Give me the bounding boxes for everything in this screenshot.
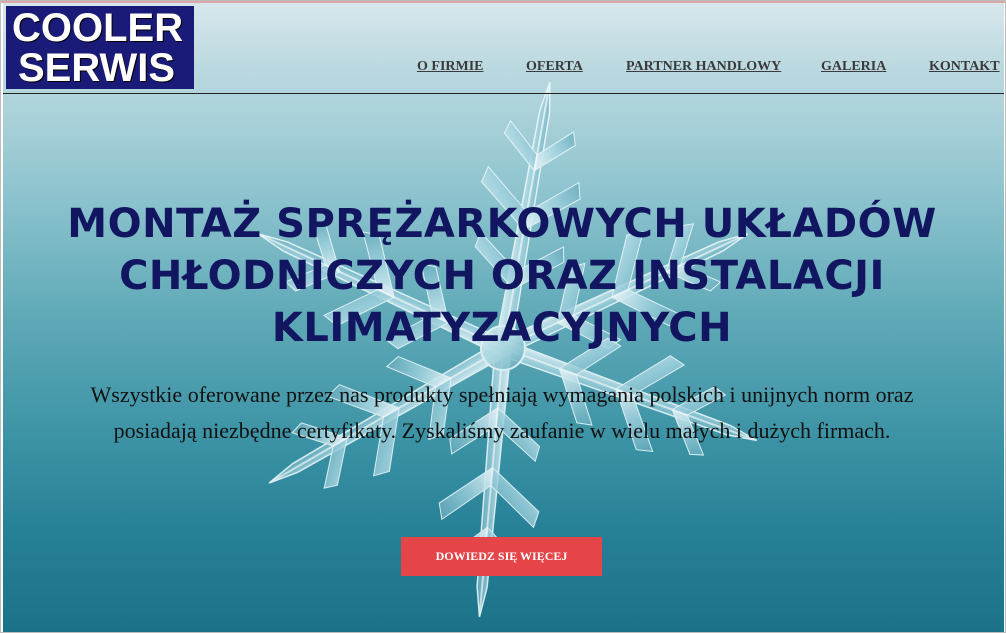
- nav-item-kontakt[interactable]: KONTAKT: [929, 59, 1000, 75]
- main-nav: O FIRMIE OFERTA PARTNER HANDLOWY GALERIA…: [1, 59, 1005, 79]
- top-accent-line: [1, 1, 1005, 3]
- learn-more-button[interactable]: DOWIEDZ SIĘ WIĘCEJ: [401, 537, 602, 576]
- nav-item-partner-handlowy[interactable]: PARTNER HANDLOWY: [626, 59, 781, 75]
- nav-item-galeria[interactable]: GALERIA: [821, 59, 886, 75]
- header-divider: [3, 93, 1004, 94]
- hero-title: MONTAŻ SPRĘŻARKOWYCH UKŁADÓW CHŁODNICZYC…: [67, 201, 937, 351]
- nav-item-o-firmie[interactable]: O FIRMIE: [417, 59, 484, 75]
- hero-description: Wszystkie oferowane przez nas produkty s…: [90, 382, 914, 443]
- page-frame: COOLER SERWIS O FIRMIE OFERTA PARTNER HA…: [0, 0, 1006, 633]
- nav-item-oferta[interactable]: OFERTA: [526, 59, 583, 75]
- logo-line-1: COOLER: [12, 6, 184, 50]
